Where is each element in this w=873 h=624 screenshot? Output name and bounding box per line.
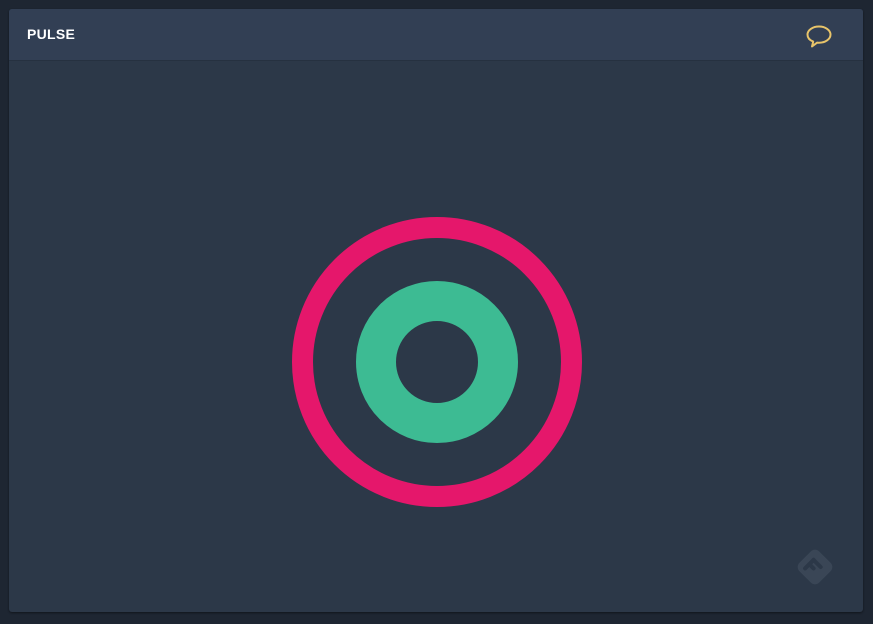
feedly-logo-button[interactable] (789, 541, 841, 593)
feedly-logo-icon (797, 549, 833, 585)
app-window: PULSE (9, 9, 863, 612)
pulse-visual (292, 217, 582, 507)
main-content (9, 61, 863, 612)
title-bar: PULSE (9, 9, 863, 61)
chat-button[interactable] (804, 22, 834, 50)
speech-bubble-icon (806, 25, 832, 48)
app-title: PULSE (27, 26, 76, 42)
inner-pulse-ring (356, 281, 518, 443)
outer-pulse-ring (292, 217, 582, 507)
